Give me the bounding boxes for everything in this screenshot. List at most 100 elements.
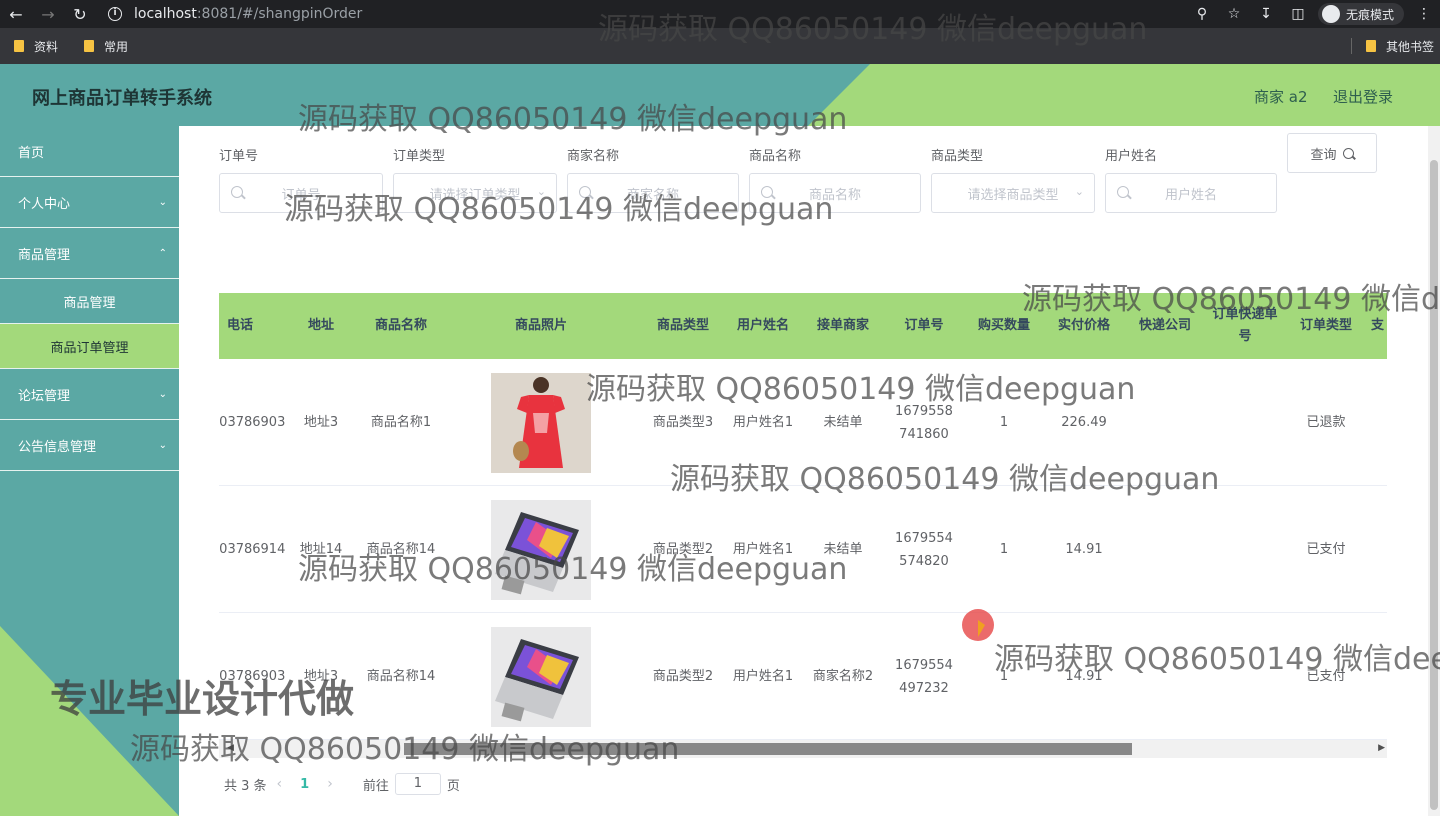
search-label-order-type: 订单类型 <box>393 149 446 164</box>
user-name-input[interactable]: 用户姓名 <box>1105 173 1277 213</box>
chevron-down-icon: ⌄ <box>536 185 546 198</box>
vertical-scrollbar-thumb[interactable] <box>1430 160 1438 810</box>
cell-order-type: 已退款 <box>1306 415 1346 430</box>
red-dress-image[interactable] <box>491 372 591 473</box>
search-icon <box>761 186 773 198</box>
cell-order-no: 1679554497232 <box>895 657 953 696</box>
other-bookmarks[interactable]: 其他书签 <box>1365 38 1434 55</box>
sidebar-item-home[interactable]: 首页 <box>0 126 179 177</box>
sidebar-item-notices[interactable]: 公告信息管理 ⌄ <box>0 420 179 471</box>
laptop-image[interactable] <box>491 499 591 600</box>
star-icon[interactable]: ☆ <box>1218 6 1250 22</box>
cell-order-type: 已支付 <box>1306 542 1346 557</box>
sidebar-item-label: 商品管理 <box>18 247 71 263</box>
cell-express <box>1125 486 1205 613</box>
info-icon[interactable]: i <box>108 7 122 21</box>
column-header: 快递公司 <box>1138 318 1191 333</box>
page-vertical-scrollbar[interactable] <box>1428 126 1440 816</box>
column-header: 商品照片 <box>514 318 567 333</box>
address-bar[interactable]: i localhost:8081/#/shangpinOrder <box>108 2 1250 26</box>
cell-merchant: 未结单 <box>823 415 863 430</box>
download-icon[interactable]: ↧ <box>1250 6 1282 22</box>
app-header: 网上商品订单转手系统 商家 a2 退出登录 <box>0 64 1440 126</box>
bookmark-label: 资料 <box>34 39 59 54</box>
sidebar: 首页 个人中心 ⌄ 商品管理 ⌃ 商品管理 商品订单管理 论坛管理 ⌄ 公告信息管理 ⌄ <box>0 126 179 816</box>
table-header: 电话 地址 商品名称 商品照片 商品类型 用户姓名 接单商家 订单号 购买数量 … <box>219 293 1387 359</box>
cell-express-no <box>1210 359 1280 486</box>
sidepanel-icon[interactable]: ◫ <box>1282 6 1314 22</box>
url-path: :8081/#/shangpinOrder <box>196 6 363 22</box>
cell-express-no <box>1210 613 1280 740</box>
search-label-goods-name: 商品名称 <box>749 149 802 164</box>
browser-actions: ⚲ ☆ ↧ ◫ 无痕模式 ⋮ <box>1186 0 1440 28</box>
forward-icon[interactable]: → <box>32 0 64 28</box>
search-label-order-no: 订单号 <box>219 149 259 164</box>
folder-icon <box>84 40 95 52</box>
key-icon[interactable]: ⚲ <box>1186 6 1218 22</box>
cell-address: 地址3 <box>303 415 339 430</box>
cell-express-no <box>1210 486 1280 613</box>
sidebar-item-label: 公告信息管理 <box>18 439 97 455</box>
sidebar-item-label: 论坛管理 <box>18 388 71 404</box>
order-no-placeholder: 订单号 <box>281 187 321 203</box>
mouse-cursor-icon <box>978 620 985 637</box>
chevron-down-icon: ⌄ <box>158 440 167 451</box>
goods-name-input[interactable]: 商品名称 <box>749 173 921 213</box>
logout-link[interactable]: 退出登录 <box>1333 86 1393 107</box>
sidebar-subitem-goods[interactable]: 商品管理 <box>0 279 179 324</box>
goto-label: 前往 <box>362 778 389 794</box>
scroll-right-arrow-icon[interactable]: ▶ <box>1378 743 1385 753</box>
page-number[interactable]: 1 <box>300 777 309 792</box>
query-button[interactable]: 查询 <box>1287 133 1377 173</box>
more-menu-icon[interactable]: ⋮ <box>1408 6 1440 22</box>
sidebar-item-goods[interactable]: 商品管理 ⌃ <box>0 228 179 279</box>
scroll-left-arrow-icon[interactable]: ◀ <box>227 743 234 753</box>
next-page-icon[interactable]: › <box>327 776 333 792</box>
query-button-label: 查询 <box>1310 147 1337 163</box>
cell-phone: 7703786914 <box>219 542 286 557</box>
table-row: 7703786903 地址3 商品名称1 商品类型3 用户姓名1 未结单 167… <box>219 359 1387 486</box>
bookmark-folder[interactable]: 资料 <box>14 38 58 55</box>
other-bookmarks-label: 其他书签 <box>1385 39 1434 54</box>
sidebar-item-label: 个人中心 <box>18 196 71 212</box>
user-name-placeholder: 用户姓名 <box>1164 187 1217 203</box>
cell-goods-type: 商品类型3 <box>652 415 714 430</box>
cell-price: 14.91 <box>1065 669 1103 684</box>
column-header: 商品名称 <box>374 318 427 333</box>
search-icon <box>1117 186 1129 198</box>
order-type-select[interactable]: 请选择订单类型 ⌄ <box>393 173 557 213</box>
cell-address: 地址3 <box>303 669 339 684</box>
laptop-image[interactable] <box>491 626 591 727</box>
goods-name-placeholder: 商品名称 <box>808 187 861 203</box>
folder-icon <box>1365 40 1376 52</box>
url-host: localhost <box>134 6 197 22</box>
merchant-input[interactable]: 商家名称 <box>567 173 739 213</box>
column-header: 订单快递单号 <box>1212 307 1278 344</box>
current-user: 商家 a2 <box>1254 88 1308 106</box>
column-header: 商品类型 <box>656 318 709 333</box>
incognito-label: 无痕模式 <box>1345 7 1394 22</box>
goto-page-input[interactable]: 1 <box>394 773 441 795</box>
cell-merchant: 未结单 <box>823 542 863 557</box>
column-header: 接单商家 <box>816 318 869 333</box>
table-horizontal-scrollbar[interactable]: ◀ ▶ <box>219 740 1387 758</box>
prev-page-icon[interactable]: ‹ <box>277 776 283 792</box>
incognito-badge[interactable]: 无痕模式 <box>1317 3 1404 25</box>
header-diagonal <box>808 64 870 126</box>
cell-qty: 1 <box>999 542 1009 557</box>
page-suffix: 页 <box>446 778 460 794</box>
bookmark-folder[interactable]: 常用 <box>84 38 128 55</box>
sidebar-item-profile[interactable]: 个人中心 ⌄ <box>0 177 179 228</box>
reload-icon[interactable]: ↻ <box>64 0 96 28</box>
cell-express <box>1125 359 1205 486</box>
cell-user-name: 用户姓名1 <box>732 415 794 430</box>
goods-type-select[interactable]: 请选择商品类型 ⌄ <box>931 173 1095 213</box>
sidebar-item-forum[interactable]: 论坛管理 ⌄ <box>0 369 179 420</box>
column-header: 购买数量 <box>977 318 1030 333</box>
cell-goods-name: 商品名称1 <box>370 415 432 430</box>
sidebar-subitem-goods-orders[interactable]: 商品订单管理 <box>0 324 179 369</box>
scrollbar-thumb[interactable] <box>404 743 1132 755</box>
order-no-input[interactable]: 订单号 <box>219 173 383 213</box>
table-row: 7703786914 地址14 商品名称14 商品类型2 用户姓名1 未结单 1… <box>219 486 1387 613</box>
back-icon[interactable]: ← <box>0 0 32 28</box>
